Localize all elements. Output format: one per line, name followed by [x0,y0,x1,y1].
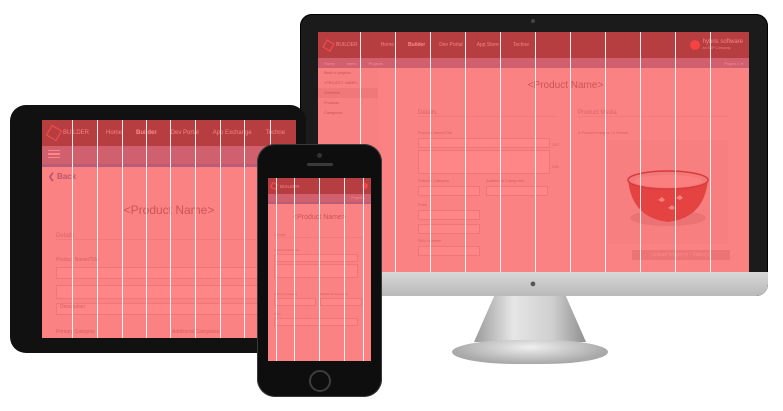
price-input-2[interactable] [418,224,480,234]
main-nav: Home Builder Dev Portal App Exchange Tec… [99,120,292,146]
hexagon-icon [322,38,335,52]
sub-nav: Home Items Projects Project 1 ▾ [318,58,749,68]
camera-icon [317,153,322,158]
additional-categories-select[interactable] [320,298,362,306]
details-heading: Details [418,110,558,117]
price-label: Price [274,312,281,316]
nav-techne[interactable]: Techne [506,42,536,48]
product-title: <Product Name> [293,214,346,221]
nav-dev-portal[interactable]: Dev Portal [432,42,469,48]
upload-media-button[interactable]: Upload Image(s) / Video(s) [632,250,730,260]
project-selector[interactable]: Project 1 ▾ [718,61,749,66]
main-nav: Home Builder Dev Portal App Store Techne [374,32,536,58]
sidebar-item-categories[interactable]: Categories [318,108,378,118]
nav-home[interactable]: Home [99,130,129,136]
nav-dev-portal[interactable]: Dev Portal [164,130,206,136]
hybris-logo-icon [362,183,368,189]
app-header: BUILDER [268,178,371,194]
main-content: <Product Name> Details Product Name/Titl… [268,204,371,361]
builder-logo[interactable]: BUILDER [318,38,358,52]
product-title: <Product Name> [527,80,604,91]
hamburger-icon[interactable] [48,150,60,158]
sidebar-item-overview[interactable]: Overview [318,88,378,98]
subnav-home[interactable]: Home [318,61,341,66]
primary-category-select[interactable] [418,186,480,196]
nav-builder[interactable]: Builder [129,130,164,136]
additional-categories-label: Additional Categories [172,329,220,335]
monitor-stand-foot [452,340,608,364]
nav-app-exchange[interactable]: App Exchange [206,130,259,136]
product-image[interactable] [608,140,728,244]
builder-logo[interactable]: BUILDER [42,124,90,142]
project-selector[interactable]: Project 1 [345,196,371,200]
subnav-items[interactable]: Items [341,61,363,66]
media-heading: Product Media [578,110,728,117]
nav-builder[interactable]: Builder [401,42,432,48]
product-name-label: Product Name/Title [56,257,99,263]
description-textarea[interactable] [418,150,550,174]
counter-a: 120 [552,142,559,147]
additional-categories-label: Additional Categories [320,292,349,296]
phone-screen: BUILDER Project 1 <Product Name> Details… [268,178,371,361]
logo-text: BUILDER [336,42,358,48]
home-button-icon[interactable] [309,370,331,392]
hexagon-icon [45,124,63,142]
product-name-input[interactable] [274,254,358,262]
primary-category-select[interactable] [274,298,316,306]
builder-logo[interactable]: BUILDER [268,181,300,191]
images-count-label: 6 Product Images / 0 Videos [578,130,629,135]
sub-nav: Project 1 [268,194,371,204]
monitor-screen: BUILDER Home Builder Dev Portal App Stor… [318,32,749,272]
speaker-icon [307,163,333,166]
product-name-label: Product Name/Title [418,130,453,135]
logo-text: BUILDER [63,130,90,136]
product-name-label: Product Name/Title [274,248,300,252]
primary-category-label: Primary Category [274,292,298,296]
counter-b: 256 [552,164,559,169]
subnav-projects[interactable]: Projects [362,61,388,66]
additional-categories-select[interactable] [486,186,548,196]
nav-techne[interactable]: Techne [259,130,292,136]
nav-app-store[interactable]: App Store [470,42,506,48]
sidebar-project-name: <PROJECT NAME> [324,81,359,85]
sku-label: SKU Number [418,238,442,243]
apple-logo-icon: ● [529,278,537,290]
brand-sub: an SAP Company [702,46,731,50]
monitor-stand-neck [474,296,586,342]
secondary-input[interactable] [56,285,268,299]
details-heading: Details [56,233,276,240]
price-input[interactable] [418,210,480,220]
description-textarea[interactable] [274,264,358,278]
app-header: BUILDER Home Builder Dev Portal App Exch… [42,120,296,146]
sidebar-back[interactable]: Back to projects [318,68,378,78]
additional-categories-label: Additional Categories [486,178,525,183]
price-label: Price [418,202,428,207]
sidebar-item-products[interactable]: Products [318,98,378,108]
description-textarea[interactable]: Description [56,303,271,315]
hybris-brand [362,183,371,189]
bowl-picture [608,140,728,244]
logo-text: BUILDER [280,183,300,189]
primary-category-label: Primary Category [56,329,95,335]
hybris-logo-icon [689,40,700,50]
details-heading: Details [274,232,364,238]
main-content: <Product Name> Details Product Media Pro… [382,68,749,272]
camera-icon [531,19,535,23]
primary-category-label: Primary Category [418,178,450,183]
nav-home[interactable]: Home [374,42,401,48]
price-input[interactable] [274,318,358,326]
app-header: BUILDER Home Builder Dev Portal App Stor… [318,32,749,58]
sku-input[interactable] [418,246,480,256]
hexagon-icon [269,181,279,191]
product-name-input[interactable] [56,267,268,279]
product-name-input[interactable] [418,138,550,148]
hybris-brand: hybris software an SAP Company [689,39,749,51]
